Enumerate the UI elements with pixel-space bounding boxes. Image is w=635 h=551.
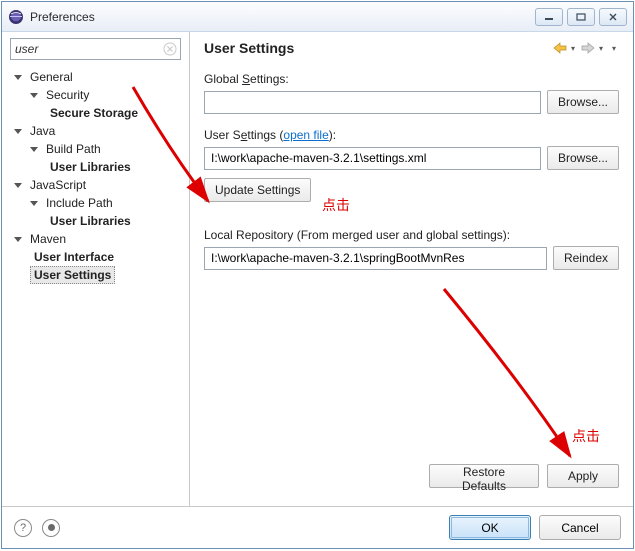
tree-user-interface[interactable]: User Interface — [30, 248, 118, 266]
minimize-button[interactable] — [535, 8, 563, 26]
back-icon[interactable] — [552, 41, 568, 55]
tree-java[interactable]: Java — [26, 122, 59, 140]
title-text: Preferences — [30, 10, 95, 24]
restore-defaults-button[interactable]: Restore Defaults — [429, 464, 539, 488]
browse-user-button[interactable]: Browse... — [547, 146, 619, 170]
main-split: General Security Secure Storage Java Bui… — [2, 32, 633, 506]
apply-button[interactable]: Apply — [547, 464, 619, 488]
maximize-button[interactable] — [567, 8, 595, 26]
cancel-button[interactable]: Cancel — [539, 515, 621, 540]
content-panel: User Settings ▾ ▾ ▾ Global Settings: Bro… — [190, 32, 633, 506]
chevron-down-icon[interactable] — [14, 237, 22, 242]
ok-button[interactable]: OK — [449, 515, 531, 540]
local-repo-input[interactable] — [204, 247, 547, 270]
chevron-down-icon[interactable] — [30, 147, 38, 152]
tree-maven[interactable]: Maven — [26, 230, 70, 248]
tree-javascript[interactable]: JavaScript — [26, 176, 90, 194]
open-file-link[interactable]: open file — [283, 128, 328, 142]
chevron-down-icon[interactable] — [14, 183, 22, 188]
user-settings-row: Browse... — [204, 146, 619, 170]
restore-row: Restore Defaults Apply — [204, 460, 619, 498]
tree-build-path[interactable]: Build Path — [42, 140, 105, 158]
window-controls — [535, 8, 627, 26]
clear-icon[interactable] — [162, 41, 178, 57]
chevron-down-icon[interactable] — [30, 93, 38, 98]
view-menu-icon[interactable]: ▾ — [612, 44, 616, 53]
global-settings-label: Global Settings: — [204, 72, 619, 86]
local-repo-label: Local Repository (From merged user and g… — [204, 228, 619, 242]
user-settings-label: User Settings (open file): — [204, 128, 619, 142]
user-settings-input[interactable] — [204, 147, 541, 170]
help-icon[interactable]: ? — [14, 519, 32, 537]
tree-security[interactable]: Security — [42, 86, 93, 104]
search-input[interactable] — [10, 38, 181, 60]
eclipse-icon — [8, 9, 24, 25]
tree-secure-storage[interactable]: Secure Storage — [46, 104, 142, 122]
tree-user-libraries-java[interactable]: User Libraries — [46, 158, 135, 176]
sidebar: General Security Secure Storage Java Bui… — [2, 32, 190, 506]
tree-user-settings[interactable]: User Settings — [30, 266, 115, 284]
spacer — [204, 278, 619, 460]
forward-icon[interactable] — [580, 41, 596, 55]
forward-menu-icon[interactable]: ▾ — [599, 44, 603, 53]
content-header: User Settings ▾ ▾ ▾ — [204, 40, 619, 56]
footer-buttons: OK Cancel — [449, 515, 621, 540]
chevron-down-icon[interactable] — [14, 75, 22, 80]
browse-global-button[interactable]: Browse... — [547, 90, 619, 114]
chevron-down-icon[interactable] — [14, 129, 22, 134]
title-bar: Preferences — [2, 2, 633, 32]
footer: ? OK Cancel — [2, 506, 633, 548]
global-settings-input[interactable] — [204, 91, 541, 114]
nav-arrows: ▾ ▾ ▾ — [552, 41, 619, 55]
page-title: User Settings — [204, 40, 294, 56]
back-menu-icon[interactable]: ▾ — [571, 44, 575, 53]
preferences-window: Preferences General Security Secure Stor… — [1, 1, 634, 549]
reindex-button[interactable]: Reindex — [553, 246, 619, 270]
tree: General Security Secure Storage Java Bui… — [10, 68, 181, 284]
close-button[interactable] — [599, 8, 627, 26]
update-settings-button[interactable]: Update Settings — [204, 178, 311, 202]
update-row: Update Settings — [204, 178, 619, 202]
tree-include-path[interactable]: Include Path — [42, 194, 117, 212]
local-repo-row: Reindex — [204, 246, 619, 270]
body: General Security Secure Storage Java Bui… — [2, 32, 633, 548]
tree-general[interactable]: General — [26, 68, 77, 86]
search-wrap — [10, 38, 181, 60]
progress-icon[interactable] — [42, 519, 60, 537]
chevron-down-icon[interactable] — [30, 201, 38, 206]
global-settings-row: Browse... — [204, 90, 619, 114]
tree-user-libraries-js[interactable]: User Libraries — [46, 212, 135, 230]
